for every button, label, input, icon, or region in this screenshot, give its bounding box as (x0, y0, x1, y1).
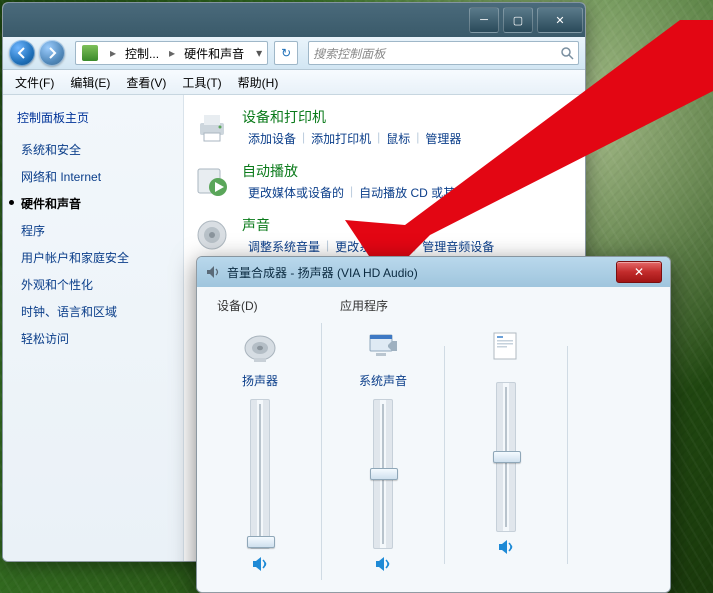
device-speaker-icon[interactable] (240, 326, 280, 366)
channel-device: 扬声器 (205, 320, 315, 576)
category-autoplay: 自动播放 更改媒体或设备的| 自动播放 CD 或其他媒体 (192, 161, 577, 201)
link-device-mgr[interactable]: 管理器 (419, 130, 467, 147)
side-item-clock[interactable]: 时钟、语言和区域 (3, 298, 183, 325)
app3-icon[interactable] (486, 326, 526, 366)
breadcrumb[interactable]: ▸ 控制... ▸ 硬件和声音 ▾ (75, 41, 268, 65)
breadcrumb-dropdown[interactable]: ▾ (251, 46, 267, 60)
link-autoplay-cd[interactable]: 自动播放 CD 或其他媒体 (353, 184, 497, 201)
system-sounds-icon[interactable] (363, 326, 403, 366)
sound-icon (192, 215, 232, 255)
link-adjust-volume[interactable]: 调整系统音量 (242, 238, 326, 255)
category-sound: 声音 调整系统音量| 更改系统声音| 管理音频设备 (192, 215, 577, 255)
system-sounds-name[interactable]: 系统声音 (359, 372, 407, 389)
device-name[interactable]: 扬声器 (242, 372, 278, 389)
menubar: 文件(F) 编辑(E) 查看(V) 工具(T) 帮助(H) (3, 70, 585, 95)
side-heading[interactable]: 控制面板主页 (3, 105, 183, 136)
side-item-system[interactable]: 系统和安全 (3, 136, 183, 163)
menu-tools[interactable]: 工具(T) (174, 71, 229, 94)
menu-file[interactable]: 文件(F) (7, 71, 62, 94)
device-mute-button[interactable] (251, 555, 269, 576)
side-item-accounts[interactable]: 用户帐户和家庭安全 (3, 244, 183, 271)
system-sounds-mute-button[interactable] (374, 555, 392, 576)
volume-mixer-window: 音量合成器 - 扬声器 (VIA HD Audio) ✕ 设备(D) 扬声器 (196, 256, 671, 593)
side-item-network[interactable]: 网络和 Internet (3, 163, 183, 190)
app3-slider[interactable] (496, 382, 516, 532)
link-autoplay-defaults[interactable]: 更改媒体或设备的 (242, 184, 350, 201)
link-system-sounds[interactable]: 更改系统声音 (329, 238, 413, 255)
link-audio-devices[interactable]: 管理音频设备 (416, 238, 500, 255)
search-placeholder: 搜索控制面板 (313, 45, 385, 62)
speaker-icon (205, 264, 221, 280)
autoplay-icon (192, 161, 232, 201)
side-item-programs[interactable]: 程序 (3, 217, 183, 244)
printer-icon (192, 107, 232, 147)
search-icon (560, 46, 574, 60)
system-sounds-slider[interactable] (373, 399, 393, 549)
channel-system-sounds: 系统声音 (328, 320, 438, 576)
section-apps: 应用程序 (328, 297, 392, 320)
side-item-ease[interactable]: 轻松访问 (3, 325, 183, 352)
mixer-title: 音量合成器 - 扬声器 (VIA HD Audio) (227, 264, 616, 281)
devices-heading[interactable]: 设备和打印机 (242, 107, 577, 127)
close-button[interactable]: ✕ (537, 7, 583, 33)
side-nav: 控制面板主页 系统和安全 网络和 Internet 硬件和声音 程序 用户帐户和… (3, 95, 184, 561)
section-device: 设备(D) (205, 297, 262, 320)
forward-button[interactable] (39, 40, 65, 66)
menu-help[interactable]: 帮助(H) (230, 71, 287, 94)
channel-app-3 (451, 320, 561, 576)
side-item-hardware[interactable]: 硬件和声音 (3, 190, 183, 217)
menu-view[interactable]: 查看(V) (118, 71, 174, 94)
control-panel-icon (82, 45, 98, 61)
link-add-printer[interactable]: 添加打印机 (305, 130, 377, 147)
category-devices: 设备和打印机 添加设备| 添加打印机| 鼠标| 管理器 (192, 107, 577, 147)
menu-edit[interactable]: 编辑(E) (62, 71, 118, 94)
mixer-titlebar: 音量合成器 - 扬声器 (VIA HD Audio) ✕ (197, 257, 670, 287)
refresh-button[interactable]: ↻ (274, 41, 298, 65)
breadcrumb-seg-1[interactable]: 控制... (119, 45, 166, 62)
titlebar: ─ ▢ ✕ (3, 3, 585, 37)
nav-toolbar: ▸ 控制... ▸ 硬件和声音 ▾ ↻ 搜索控制面板 (3, 37, 585, 70)
search-input[interactable]: 搜索控制面板 (308, 41, 579, 65)
minimize-button[interactable]: ─ (469, 7, 499, 33)
link-mouse[interactable]: 鼠标 (380, 130, 416, 147)
app3-mute-button[interactable] (497, 538, 515, 559)
mixer-close-button[interactable]: ✕ (616, 261, 662, 283)
breadcrumb-seg-2[interactable]: 硬件和声音 (178, 45, 251, 62)
maximize-button[interactable]: ▢ (503, 7, 533, 33)
sound-heading[interactable]: 声音 (242, 215, 577, 235)
side-item-appearance[interactable]: 外观和个性化 (3, 271, 183, 298)
back-button[interactable] (9, 40, 35, 66)
link-add-device[interactable]: 添加设备 (242, 130, 302, 147)
autoplay-heading[interactable]: 自动播放 (242, 161, 577, 181)
device-volume-slider[interactable] (250, 399, 270, 549)
